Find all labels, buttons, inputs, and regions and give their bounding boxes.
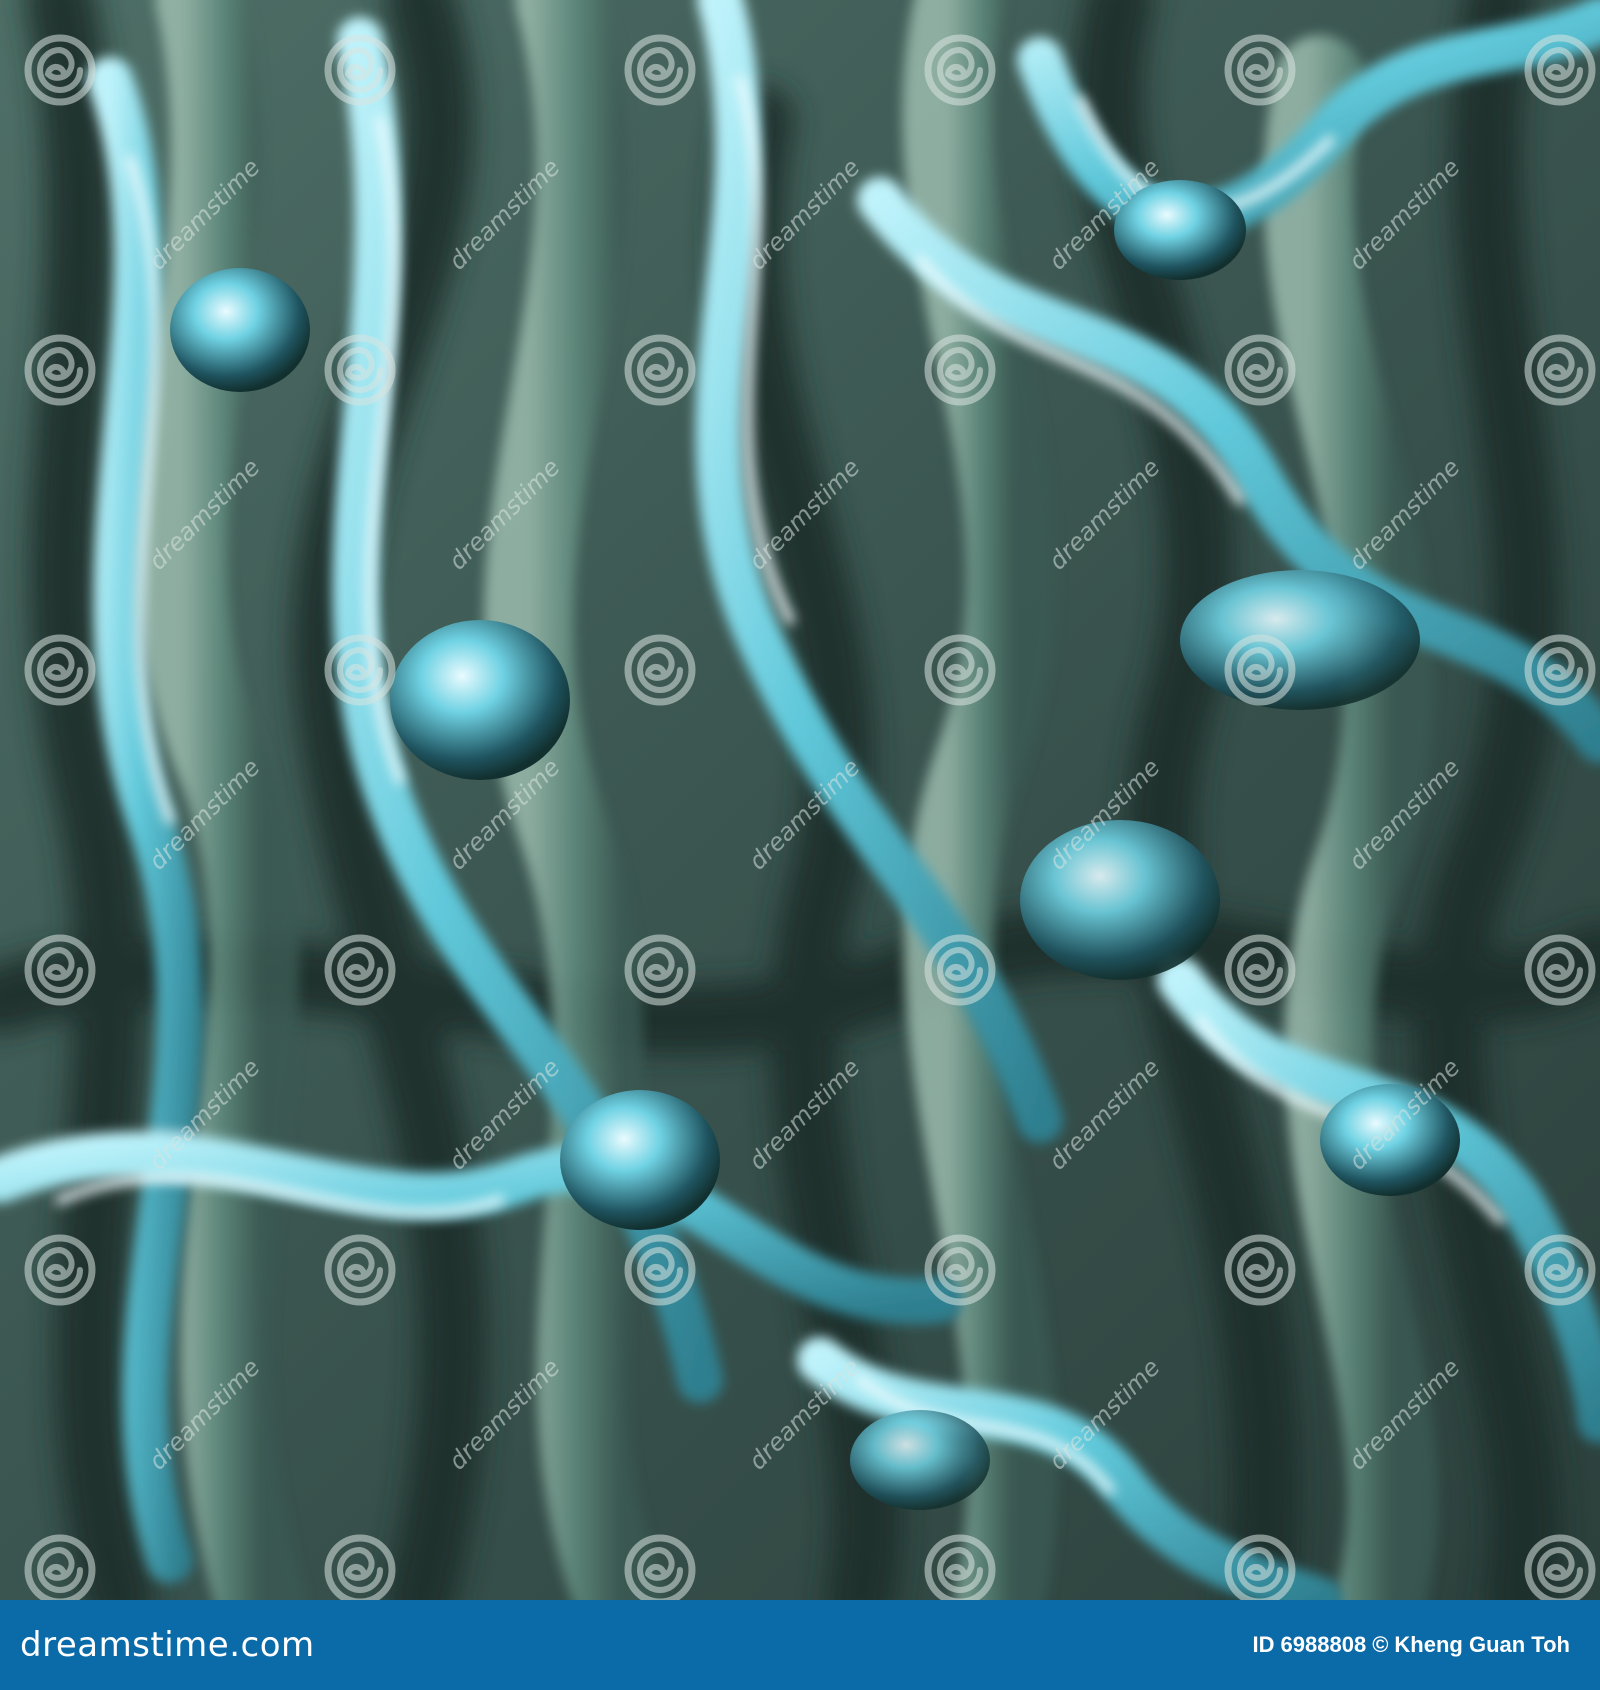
footer-credit: ID 6988808 © Kheng Guan Toh — [1253, 1632, 1576, 1658]
spiral-logo-icon — [24, 634, 96, 706]
spiral-logo-icon — [624, 1534, 696, 1600]
spiral-logo-icon — [324, 1234, 396, 1306]
spiral-logo-icon — [24, 934, 96, 1006]
spiral-logo-icon — [1524, 1234, 1596, 1306]
chrome-texture-art: dreamstime dreamstime dreamstime dreamstime… — [0, 0, 1600, 1600]
spiral-logo-icon — [1524, 34, 1596, 106]
spiral-logo-icon — [1224, 934, 1296, 1006]
spiral-logo-icon — [924, 34, 996, 106]
spiral-logo-icon — [24, 1234, 96, 1306]
stock-image: dreamstime dreamstime dreamstime dreamstime… — [0, 0, 1600, 1690]
spiral-logo-icon — [1224, 634, 1296, 706]
spiral-logo-icon — [624, 1234, 696, 1306]
spiral-logo-icon — [924, 1234, 996, 1306]
spiral-logo-icon — [324, 1534, 396, 1600]
spiral-logo-icon — [924, 934, 996, 1006]
copyright-symbol: © — [1372, 1632, 1389, 1657]
spiral-logo-icon — [924, 1534, 996, 1600]
spiral-logo-icon — [1224, 1234, 1296, 1306]
spiral-logo-icon — [324, 934, 396, 1006]
spiral-logo-icon — [1224, 334, 1296, 406]
spiral-logo-icon — [924, 634, 996, 706]
id-value: 6988808 — [1280, 1632, 1367, 1657]
spiral-logo-icon — [1524, 1534, 1596, 1600]
spiral-logo-icon — [324, 634, 396, 706]
author-name: Kheng Guan Toh — [1394, 1632, 1570, 1657]
spiral-logo-icon — [24, 34, 96, 106]
spiral-logo-icon — [1224, 34, 1296, 106]
spiral-logo-icon — [24, 334, 96, 406]
spiral-logo-icon — [1524, 634, 1596, 706]
footer-bar: dreamstime.com ID 6988808 © Kheng Guan Toh — [0, 1600, 1600, 1690]
spiral-logo-icon — [324, 34, 396, 106]
spiral-logo-icon — [624, 34, 696, 106]
spiral-logo-icon — [924, 334, 996, 406]
spiral-logo-icon — [1524, 934, 1596, 1006]
footer-brand-label: dreamstime.com — [20, 1625, 315, 1665]
spiral-logo-icon — [24, 1534, 96, 1600]
spiral-logo-icon — [624, 334, 696, 406]
spiral-logo-icon — [324, 334, 396, 406]
id-label: ID — [1252, 1632, 1275, 1657]
spiral-logo-icon — [1224, 1534, 1296, 1600]
spiral-logo-icon — [624, 634, 696, 706]
spiral-logo-icon — [624, 934, 696, 1006]
spiral-logo-icon — [1524, 334, 1596, 406]
chrome-texture-image: dreamstime dreamstime dreamstime dreamstime… — [0, 0, 1600, 1600]
